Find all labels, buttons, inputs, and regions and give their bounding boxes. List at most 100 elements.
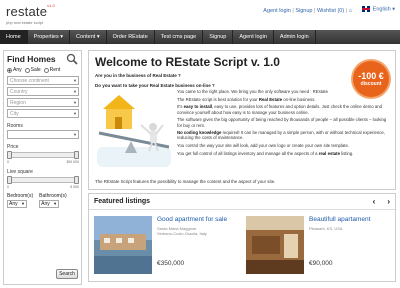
price-range: 0 300 000 (7, 160, 79, 164)
chevron-left-icon[interactable]: ‹ (373, 197, 376, 206)
welcome-box: Welcome to REstate Script v. 1.0 Are you… (88, 50, 396, 190)
chevron-down-icon: ▼ (21, 201, 25, 206)
nav-label: Content (76, 34, 96, 40)
city-select[interactable]: City ▼ (7, 109, 79, 118)
price-label: Price (7, 144, 19, 150)
paragraph: The software gives the big opportunity o… (177, 117, 389, 127)
separator: | (292, 8, 294, 14)
nav-label: Signup (209, 34, 227, 40)
region-select[interactable]: Region ▼ (7, 98, 79, 107)
radio-button[interactable] (43, 67, 49, 73)
chevron-down-icon: ▼ (73, 132, 77, 137)
chevron-down-icon: ▾ (96, 34, 100, 40)
chevron-down-icon: ▼ (73, 89, 77, 94)
nav-label: Home (6, 34, 21, 40)
radio-sale[interactable]: Sale (24, 67, 41, 73)
paragraph: You get full control of all listings inv… (177, 151, 389, 156)
features-note: The REstate Script features the possibil… (95, 179, 276, 184)
search-panel: Find Homes Any Sale Rent Choose continen… (3, 50, 82, 285)
listing-photo[interactable] (246, 216, 304, 274)
continent-select[interactable]: Choose continent ▼ (7, 76, 79, 85)
chevron-down-icon: ▼ (73, 100, 77, 105)
nav-signup[interactable]: Signup (203, 30, 234, 44)
live-max: 5 000 (70, 185, 79, 189)
price-slider[interactable] (7, 151, 79, 159)
slider-handle-max[interactable] (74, 151, 79, 159)
featured-header: Featured listings ‹ › (89, 194, 395, 210)
carousel-controls: ‹ › (373, 197, 390, 206)
listing-title[interactable]: Good apartment for sale (157, 216, 227, 223)
nav-test-cms[interactable]: Test cms page (155, 30, 204, 44)
select-value: Country (10, 89, 28, 95)
radio-label: Sale (30, 67, 41, 73)
radio-any[interactable]: Any (7, 67, 22, 73)
radio-button[interactable] (7, 67, 12, 73)
nav-label: Test cms page (160, 34, 197, 40)
nav-label: Agent login (239, 34, 267, 40)
main-nav: Home Properties ▾ Content ▾ Order REstat… (0, 30, 400, 44)
paragraph: No coding knowledge required! It can be … (177, 130, 389, 140)
logo[interactable]: restatev1.0 php real estate script (6, 3, 55, 25)
slider-handle-min[interactable] (7, 151, 12, 159)
nav-home[interactable]: Home (0, 30, 28, 44)
nav-agent-login[interactable]: Agent login (233, 30, 274, 44)
rooms-label: Rooms (7, 123, 23, 129)
select-value: Any (9, 201, 18, 207)
paragraph: You control the way your site will look,… (177, 143, 389, 148)
rooms-row: Bedroom(s) Any ▼ Bathroom(s) Any ▼ (7, 193, 78, 208)
radio-label: Rent (49, 67, 61, 73)
separator: | (314, 8, 316, 14)
house-scale-illustration (97, 95, 171, 167)
bedrooms-select[interactable]: Any ▼ (7, 200, 27, 208)
paragraph: The REstate script is best solution for … (177, 97, 389, 102)
nav-content[interactable]: Content ▾ (70, 30, 107, 44)
price-max: 300 000 (66, 160, 79, 164)
text: You came to the right place. We bring yo… (177, 89, 328, 94)
listing-address: Pleasant, KS, USA (309, 226, 343, 231)
bathrooms-select[interactable]: Any ▼ (39, 200, 60, 208)
text: on-line business. (282, 96, 316, 102)
page-title: Welcome to REstate Script v. 1.0 (95, 55, 280, 69)
listing-card[interactable]: Beautifull apartament Pleasant, KS, USA … (241, 216, 389, 278)
listing-title[interactable]: Beautifull apartament (309, 216, 370, 223)
search-button[interactable]: Search (56, 269, 78, 279)
select-value: Region (10, 100, 26, 106)
slider-handle-max[interactable] (74, 176, 79, 184)
select-value: Any (41, 201, 50, 207)
live-square-range: 0 5 000 (7, 185, 79, 189)
text: The REstate script is best solution for … (177, 96, 259, 102)
listing-address: Santa Maria Maggiore Verbano-Cusio-Ossol… (157, 226, 207, 236)
nav-properties[interactable]: Properties ▾ (28, 30, 71, 44)
intro-question-2: Do you want to take your Real Estate bus… (95, 83, 215, 88)
rooms-select[interactable]: ▼ (7, 130, 79, 139)
select-value: City (10, 111, 19, 117)
nav-admin-login[interactable]: Admin login (274, 30, 316, 44)
listing-price: €350,000 (157, 260, 185, 267)
bathrooms-group: Bathroom(s) Any ▼ (39, 193, 67, 208)
text: listing. (340, 150, 354, 156)
slider-handle-min[interactable] (7, 176, 12, 184)
text: The software gives the big opportunity o… (177, 117, 387, 128)
home-icon[interactable]: ⌂ (349, 8, 352, 14)
language-label: English (372, 6, 391, 13)
text: You get full control of all listings inv… (177, 150, 319, 156)
wishlist-link[interactable]: Wishlist (0) (317, 8, 344, 14)
listing-card[interactable]: Good apartment for sale Santa Maria Magg… (89, 216, 237, 278)
search-icon (66, 53, 78, 65)
text-bold: real estate (318, 150, 340, 156)
radio-button[interactable] (24, 67, 30, 73)
bathrooms-label: Bathroom(s) (39, 193, 67, 199)
language-selector[interactable]: English ▾ (362, 6, 395, 12)
main-content: Welcome to REstate Script v. 1.0 Are you… (88, 50, 396, 282)
radio-label: Any (13, 67, 22, 73)
chevron-right-icon[interactable]: › (387, 197, 390, 206)
agent-login-link[interactable]: Agent login (263, 8, 291, 14)
signup-link[interactable]: Signup (295, 8, 312, 14)
live-square-slider[interactable] (7, 176, 79, 184)
nav-order[interactable]: Order REstate (107, 30, 155, 44)
nav-label: Properties (33, 34, 59, 40)
radio-rent[interactable]: Rent (43, 67, 61, 73)
top-bar: restatev1.0 php real estate script Agent… (0, 0, 400, 30)
listing-photo[interactable] (94, 216, 152, 274)
country-select[interactable]: Country ▼ (7, 87, 79, 96)
